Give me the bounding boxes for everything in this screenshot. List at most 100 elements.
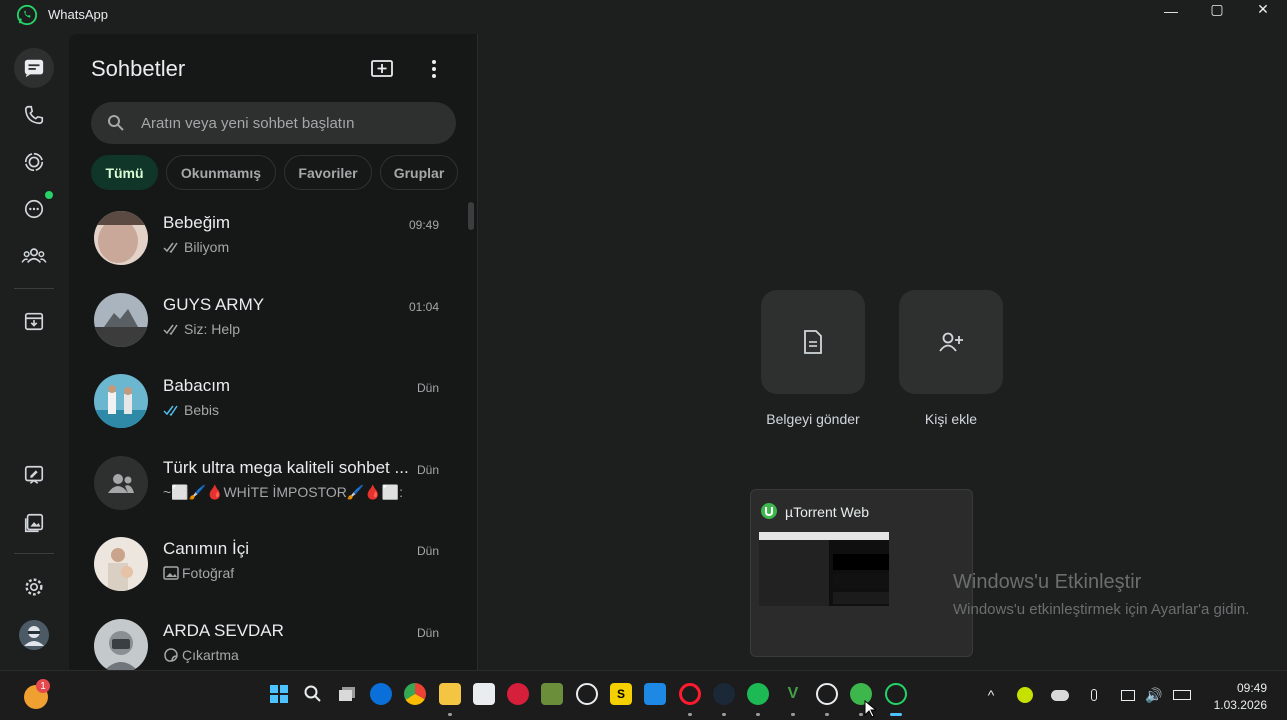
chat-name: Bebeğim — [163, 213, 231, 232]
chevron-up-icon[interactable]: ^ — [981, 685, 1001, 705]
chrome-icon[interactable] — [404, 683, 426, 705]
edge-icon[interactable] — [370, 683, 392, 705]
profile-icon[interactable] — [14, 615, 54, 655]
minecraft-icon[interactable] — [541, 683, 563, 705]
send-document-label: Belgeyi gönder — [766, 411, 860, 427]
starred-icon[interactable] — [14, 455, 54, 495]
maximize-button[interactable]: ▢ — [1194, 0, 1240, 18]
calls-icon[interactable] — [14, 95, 54, 135]
close-button[interactable]: ✕ — [1240, 0, 1286, 18]
running-indicator — [791, 713, 795, 716]
list-item[interactable]: Canımın İçi Dün Fotoğraf — [69, 523, 469, 604]
double-check-blue-icon — [163, 405, 178, 416]
archive-icon[interactable] — [14, 301, 54, 341]
panel-title: Sohbetler — [91, 56, 186, 81]
group-avatar — [94, 456, 148, 510]
avatar — [94, 374, 148, 428]
whatsapp-icon[interactable] — [885, 683, 907, 705]
search-placeholder: Aratın veya yeni sohbet başlatın — [141, 115, 355, 132]
scrollbar[interactable] — [468, 202, 474, 230]
filter-favorites[interactable]: Favoriler — [284, 155, 372, 190]
steam-icon[interactable] — [713, 683, 735, 705]
list-item[interactable]: Türk ultra mega kaliteli sohbet ... Dün … — [69, 442, 469, 523]
active-indicator — [890, 713, 902, 716]
app-blue-icon[interactable] — [644, 683, 666, 705]
store-icon[interactable] — [473, 683, 495, 705]
vim-icon[interactable]: V — [782, 683, 804, 705]
avatar — [94, 293, 148, 347]
search-icon — [108, 115, 124, 131]
window-thumbnail — [759, 532, 889, 606]
chat-name: GUYS ARMY — [163, 295, 265, 314]
clock-date: 1.03.2026 — [1213, 698, 1267, 712]
whatsapp-logo-icon — [16, 4, 38, 26]
chat-time: Dün — [416, 463, 439, 477]
list-item[interactable]: Babacım Dün Bebis — [69, 360, 469, 441]
chat-time: 09:49 — [408, 218, 439, 232]
plus-app-icon[interactable] — [1015, 685, 1035, 705]
add-contact-button[interactable] — [899, 290, 1003, 394]
app-red-icon[interactable] — [507, 683, 529, 705]
opera-icon[interactable] — [679, 683, 701, 705]
send-document-button[interactable] — [761, 290, 865, 394]
new-chat-icon[interactable] — [367, 54, 397, 84]
volume-icon[interactable]: 🔊 — [1144, 685, 1164, 705]
running-indicator — [448, 713, 452, 716]
chat-name: Türk ultra mega kaliteli sohbet ... — [163, 458, 409, 477]
network-icon[interactable] — [1118, 685, 1138, 705]
cloud-icon[interactable] — [1050, 685, 1070, 705]
list-item[interactable]: GUYS ARMY 01:04 Siz: Help — [69, 279, 469, 360]
microphone-icon[interactable] — [1084, 685, 1104, 705]
taskbar: 1 S V ^ 🔊 09:49 1.03.2026 — [0, 670, 1287, 720]
chat-preview-text: Bebis — [184, 402, 220, 418]
running-indicator — [722, 713, 726, 716]
chat-name: Babacım — [163, 376, 231, 395]
chat-preview-text: Siz: Help — [184, 321, 241, 337]
filter-all[interactable]: Tümü — [91, 155, 158, 190]
window-title: WhatsApp — [48, 7, 108, 22]
list-item[interactable]: Bebeğim 09:49 Biliyom — [69, 197, 469, 278]
chat-time: Dün — [416, 626, 439, 640]
utorrent-preview-popup[interactable]: µTorrent Web — [750, 489, 973, 657]
search-icon[interactable] — [302, 683, 324, 705]
mouse-cursor-icon — [864, 700, 876, 718]
task-view-icon[interactable] — [336, 683, 358, 705]
unread-dot — [45, 191, 53, 199]
obs2-icon[interactable] — [816, 683, 838, 705]
clock-time: 09:49 — [1236, 681, 1267, 695]
filter-unread[interactable]: Okunmamış — [166, 155, 276, 190]
spotify-icon[interactable] — [747, 683, 769, 705]
chat-preview: Biliyom — [163, 239, 229, 255]
filter-groups[interactable]: Gruplar — [380, 155, 458, 190]
photo-icon — [163, 566, 179, 580]
settings-icon[interactable] — [14, 567, 54, 607]
status-icon[interactable] — [14, 142, 54, 182]
file-explorer-icon[interactable] — [439, 683, 461, 705]
chat-preview-text: ~⬜🖌️🩸WHİTE İMPOSTOR🖌️🩸⬜: — [163, 484, 404, 500]
battery-icon[interactable] — [1172, 685, 1192, 705]
chat-time: Dün — [416, 381, 439, 395]
double-check-icon — [163, 242, 178, 253]
avatar — [94, 619, 148, 673]
channels-icon[interactable] — [14, 189, 54, 229]
popup-title: µTorrent Web — [785, 504, 870, 520]
group-icon — [108, 474, 134, 493]
menu-icon[interactable] — [419, 54, 449, 84]
search-input[interactable]: Aratın veya yeni sohbet başlatın — [91, 102, 456, 144]
obs-icon[interactable] — [576, 683, 598, 705]
sticker-icon — [164, 648, 178, 662]
running-indicator — [859, 713, 863, 716]
chat-preview-text: Biliyom — [184, 239, 230, 255]
clock[interactable]: 09:49 1.03.2026 — [1214, 680, 1267, 714]
chats-icon[interactable] — [14, 48, 54, 88]
media-icon[interactable] — [14, 503, 54, 543]
s-app-icon[interactable]: S — [610, 683, 632, 705]
windows-start-icon[interactable] — [268, 683, 290, 705]
chat-preview: ~⬜🖌️🩸WHİTE İMPOSTOR🖌️🩸⬜: — [163, 484, 403, 501]
minimize-button[interactable]: — — [1148, 0, 1194, 22]
communities-icon[interactable] — [14, 236, 54, 276]
utorrent-icon — [761, 503, 777, 519]
avatar — [94, 211, 148, 265]
avatar — [94, 537, 148, 591]
chat-preview: Bebis — [163, 402, 219, 418]
